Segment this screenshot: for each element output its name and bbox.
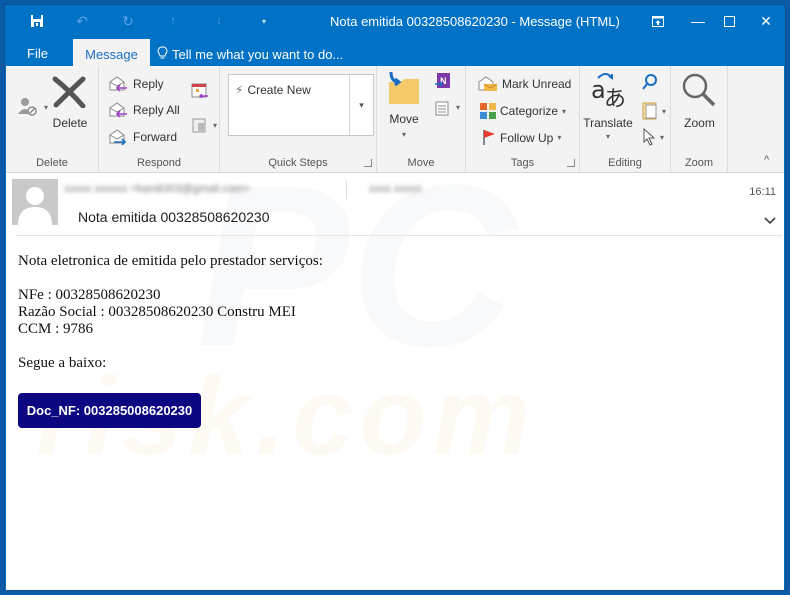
window-title: Nota emitida 00328508620230 - Message (H… [330,14,620,29]
group-label-respond: Respond [136,157,182,169]
group-label-tags: Tags [510,157,535,169]
mark-unread-label: Mark Unread [502,77,572,91]
delete-button[interactable]: Delete [50,116,90,130]
close-icon[interactable]: ✕ [753,9,779,33]
group-tags: Mark Unread Categorize ▾ Follow Up ▾ Tag… [466,66,580,173]
follow-up-button[interactable]: Follow Up ▾ [482,129,561,146]
forward-label: Forward [133,130,178,144]
group-editing: aあ Translate ▾ ▾ ▾ Editing [580,66,671,173]
zoom-magnifier-icon[interactable] [681,72,717,108]
tab-message[interactable]: Message [73,39,150,69]
header-divider [16,235,782,236]
group-respond: Reply Reply All Forward ▾ Respond [99,66,220,173]
message-body: Nota eletronica de emitida pelo prestado… [18,253,323,372]
group-label-quick-steps: Quick Steps [268,157,328,169]
message-subject: Nota emitida 00328508620230 [78,209,270,225]
translate-dropdown-caret[interactable]: ▾ [582,132,634,141]
outlook-message-window: ↶ ↻ ↑ ↓ ▾ Nota emitida 00328508620230 - … [4,4,786,591]
save-icon[interactable] [27,11,47,31]
next-item-icon[interactable]: ↓ [209,11,229,31]
delete-x-icon[interactable] [52,76,86,108]
reply-icon [109,76,127,92]
message-time: 16:11 [749,186,776,198]
meeting-reply-icon[interactable] [191,82,209,100]
tab-file[interactable]: File [27,46,48,61]
group-label-move: Move [407,157,435,169]
message-reading-pane: PC risk.com xxxxx xxxxxx <kandi303@gmail… [6,137,784,590]
reply-all-icon [109,102,127,118]
tags-dialog-launcher[interactable] [567,159,575,167]
doc-nf-download-button[interactable]: Doc_NF: 003285008620230 [18,393,201,428]
minimize-icon[interactable]: — [685,9,711,33]
select-cursor-icon[interactable]: ▾ [642,128,664,146]
sender-avatar [12,179,58,225]
sender-address[interactable]: xxxxx xxxxxx <kandi303@gmail.com> [64,183,249,195]
header-separator [346,181,347,199]
expand-header-chevron-icon[interactable] [764,213,776,228]
tell-me-text: Tell me what you want to do... [172,47,344,62]
find-icon[interactable] [642,74,658,90]
move-folder-icon[interactable] [385,70,423,106]
forward-icon [109,129,127,145]
body-intro: Nota eletronica de emitida pelo prestado… [18,253,323,269]
create-new-quick-step[interactable]: ⚡ Create New [235,83,311,97]
related-icon[interactable]: ▾ [642,102,666,120]
mark-unread-icon [478,76,498,91]
person-icon [18,187,52,225]
mark-unread-button[interactable]: Mark Unread [478,76,571,92]
move-dropdown-caret[interactable]: ▾ [383,130,425,139]
undo-icon[interactable]: ↶ [72,11,92,31]
follow-up-label: Follow Up [500,130,554,145]
ribbon: ▾ Delete Delete Reply Reply All Forward [6,66,784,173]
actions-icon[interactable]: ▾ [434,98,460,116]
body-nfe: NFe : 00328508620230 [18,287,161,303]
group-quick-steps: ⚡ Create New ▾ Quick Steps [220,66,377,173]
redo-icon[interactable]: ↻ [118,11,138,31]
zoom-button[interactable]: Zoom [673,116,726,130]
lightning-icon: ⚡ [235,83,244,97]
previous-item-icon[interactable]: ↑ [163,11,183,31]
translate-icon[interactable]: aあ [590,70,628,110]
group-zoom: Zoom Zoom [671,66,728,173]
more-respond-icon[interactable]: ▾ [191,116,217,134]
flag-icon [483,130,495,145]
forward-button[interactable]: Forward [109,129,177,145]
move-button[interactable]: Move [383,112,425,126]
ribbon-tabs: File Message Tell me what you want to do… [5,37,785,69]
body-razao-social: Razão Social : 00328508620230 Constru ME… [18,304,296,320]
lightbulb-icon [157,46,168,63]
body-ccm: CCM : 9786 [18,321,94,337]
create-new-label: Create New [247,83,311,97]
reply-all-label: Reply All [133,103,180,117]
collapse-ribbon-icon[interactable]: ^ [764,154,769,166]
group-label-editing: Editing [608,157,642,169]
group-label-delete: Delete [36,157,68,169]
categorize-icon [480,103,496,119]
tell-me-search[interactable]: Tell me what you want to do... [157,46,343,63]
onenote-icon[interactable]: N [434,72,452,90]
categorize-button[interactable]: Categorize ▾ [480,103,566,119]
reply-button[interactable]: Reply [109,76,164,92]
title-bar: ↶ ↻ ↑ ↓ ▾ Nota emitida 00328508620230 - … [5,5,785,37]
quick-steps-gallery: ⚡ Create New ▾ [228,74,374,136]
group-move: Move ▾ N ▾ Move [377,66,466,173]
ribbon-display-options-icon[interactable] [645,9,671,33]
quick-steps-dialog-launcher[interactable] [364,159,372,167]
body-segue: Segue a baixo: [18,355,107,371]
group-label-zoom: Zoom [684,157,714,169]
translate-button[interactable]: Translate [582,116,634,130]
quick-steps-more-icon[interactable]: ▾ [349,75,373,135]
recipient[interactable]: xxxx xxxxx [369,183,422,195]
ignore-icon[interactable]: ▾ [16,96,48,118]
reply-label: Reply [133,77,164,91]
customize-qat-icon[interactable]: ▾ [254,11,274,31]
svg-text:あ: あ [604,87,626,110]
maximize-icon[interactable] [716,9,742,33]
reply-all-button[interactable]: Reply All [109,102,180,118]
categorize-label: Categorize [500,104,559,118]
group-delete: ▾ Delete Delete [6,66,99,173]
